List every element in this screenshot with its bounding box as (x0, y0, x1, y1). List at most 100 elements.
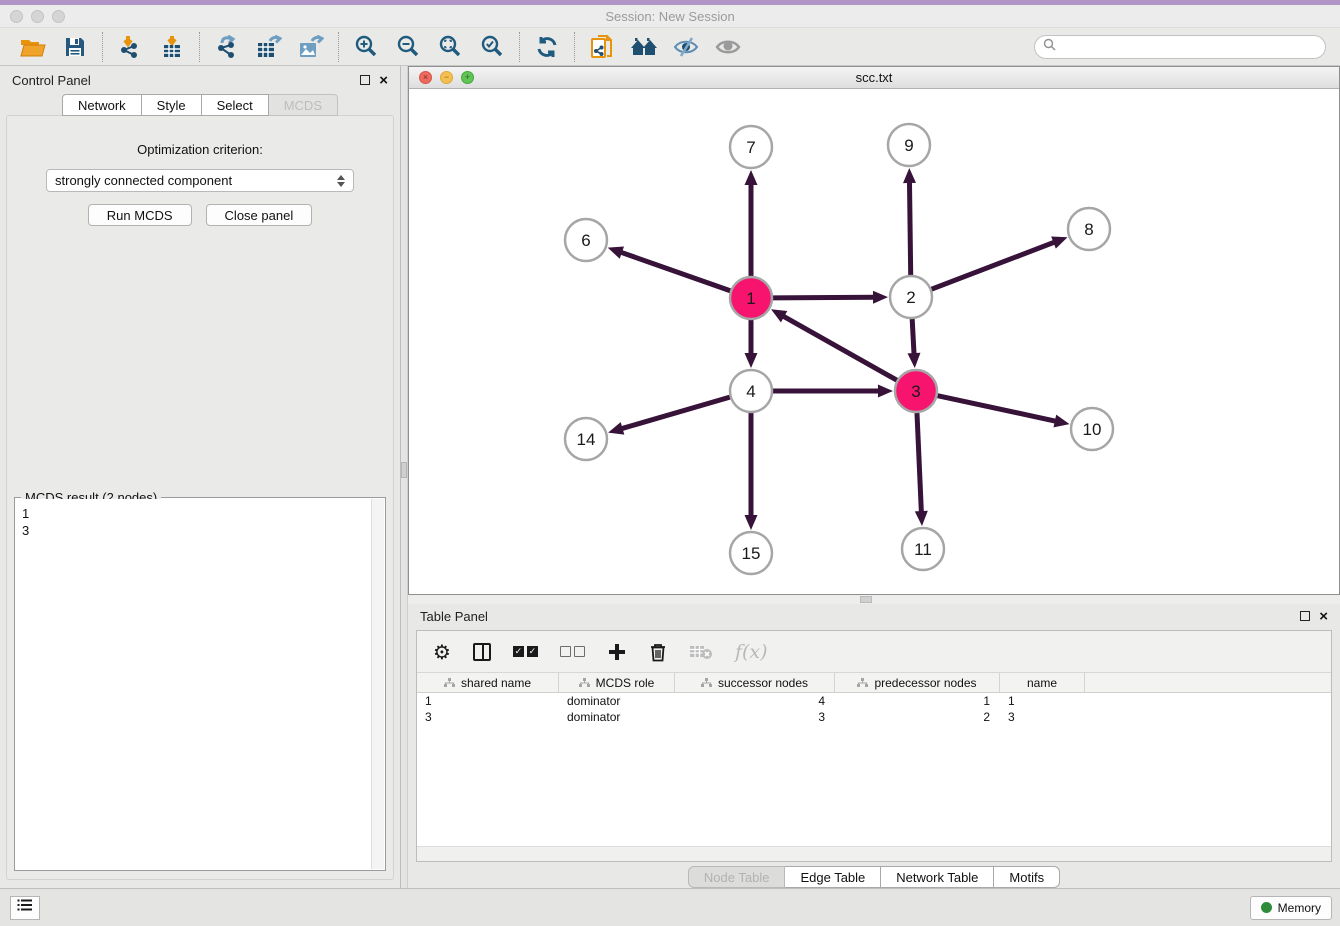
graph-node-label: 1 (746, 289, 755, 308)
refresh-button[interactable] (532, 32, 562, 62)
table-row[interactable]: 3dominator323 (417, 709, 1331, 725)
unselect-all-columns-icon[interactable] (560, 646, 585, 657)
task-history-button[interactable] (10, 896, 40, 920)
table-cell[interactable]: 1 (1000, 694, 1085, 708)
export-image-button[interactable] (296, 32, 326, 62)
hide-eye-icon[interactable] (671, 32, 701, 62)
graph-node-9[interactable]: 9 (888, 124, 930, 166)
graph-node-1[interactable]: 1 (730, 277, 772, 319)
run-mcds-button[interactable]: Run MCDS (88, 204, 192, 226)
table-cell[interactable]: 3 (675, 710, 835, 724)
result-scrollbar[interactable] (371, 499, 384, 869)
import-network-button[interactable] (115, 32, 145, 62)
table-cell[interactable]: 2 (835, 710, 1000, 724)
graph-edge-3-11[interactable] (917, 413, 921, 513)
table-bottom-scroll-strip[interactable] (417, 846, 1331, 861)
import-table-button[interactable] (157, 32, 187, 62)
network-canvas[interactable]: 7 9 6 8 1 2 4 3 14 10 15 11 (409, 89, 1339, 594)
graph-node-3[interactable]: 3 (895, 370, 937, 412)
show-eye-icon[interactable] (713, 32, 743, 62)
tab-edge-table[interactable]: Edge Table (785, 866, 881, 888)
zoom-out-button[interactable] (393, 32, 423, 62)
table-cell[interactable]: 4 (675, 694, 835, 708)
graph-node-6[interactable]: 6 (565, 219, 607, 261)
table-row[interactable]: 1dominator411 (417, 693, 1331, 709)
graph-node-8[interactable]: 8 (1068, 208, 1110, 250)
table-cell[interactable]: 3 (1000, 710, 1085, 724)
float-panel-icon[interactable] (360, 75, 370, 85)
graph-node-label: 14 (577, 430, 596, 449)
column-header-MCDS-role[interactable]: MCDS role (559, 673, 675, 692)
mcds-result-list[interactable]: 1 3 (16, 499, 371, 869)
export-table-button[interactable] (254, 32, 284, 62)
open-session-button[interactable] (18, 32, 48, 62)
close-panel-button[interactable]: Close panel (206, 204, 313, 226)
graph-edge-3-10[interactable] (938, 396, 1057, 422)
graph-edge-4-14[interactable] (621, 397, 730, 429)
table-cell[interactable]: dominator (559, 694, 675, 708)
graph-node-10[interactable]: 10 (1071, 408, 1113, 450)
graph-edge-arrowhead (1053, 415, 1069, 428)
graph-edge-1-2[interactable] (773, 297, 875, 298)
save-session-button[interactable] (60, 32, 90, 62)
table-settings-gear-icon[interactable]: ⚙ (433, 640, 451, 664)
zoom-selected-icon (480, 35, 504, 59)
search-field[interactable] (1034, 35, 1326, 59)
close-table-panel-icon[interactable]: × (1319, 609, 1328, 624)
tab-network[interactable]: Network (62, 94, 142, 116)
tab-mcds[interactable]: MCDS (269, 94, 338, 116)
divider-handle[interactable] (401, 462, 407, 478)
search-input[interactable] (1061, 40, 1317, 54)
tab-network-table[interactable]: Network Table (881, 866, 994, 888)
table-cell[interactable]: 1 (835, 694, 1000, 708)
graph-node-15[interactable]: 15 (730, 532, 772, 574)
close-panel-icon[interactable]: × (379, 73, 388, 88)
graph-edge-3-1[interactable] (782, 316, 896, 381)
tab-node-table[interactable]: Node Table (688, 866, 786, 888)
column-header-label: MCDS role (596, 676, 655, 690)
delete-column-trash-icon[interactable] (649, 642, 667, 662)
column-header-predecessor-nodes[interactable]: predecessor nodes (835, 673, 1000, 692)
panel-split-divider[interactable] (400, 66, 408, 888)
fit-content-button[interactable] (435, 32, 465, 62)
show-columns-icon[interactable] (473, 643, 491, 661)
home-networks-icon[interactable] (629, 32, 659, 62)
graph-node-2[interactable]: 2 (890, 276, 932, 318)
add-column-icon[interactable] (607, 642, 627, 662)
tab-style[interactable]: Style (142, 94, 202, 116)
fit-content-icon (438, 35, 462, 59)
delete-table-icon[interactable] (689, 643, 713, 661)
memory-button[interactable]: Memory (1250, 896, 1332, 920)
graph-edge-2-9[interactable] (909, 181, 910, 275)
optimization-dropdown[interactable]: strongly connected component (46, 169, 354, 192)
tab-motifs[interactable]: Motifs (994, 866, 1060, 888)
table-cell[interactable]: 3 (417, 710, 559, 724)
float-table-panel-icon[interactable] (1300, 611, 1310, 621)
refresh-icon (535, 35, 559, 59)
column-header-name[interactable]: name (1000, 673, 1085, 692)
export-network-button[interactable] (212, 32, 242, 62)
table-cell[interactable]: 1 (417, 694, 559, 708)
graph-edge-2-3[interactable] (912, 319, 914, 355)
zoom-selected-button[interactable] (477, 32, 507, 62)
graph-edge-2-8[interactable] (932, 242, 1056, 289)
graph-node-7[interactable]: 7 (730, 126, 772, 168)
horizontal-divider-handle[interactable] (860, 596, 872, 603)
clone-network-button[interactable] (587, 32, 617, 62)
table-panel-tabs: Node TableEdge TableNetwork TableMotifs (408, 866, 1340, 888)
function-builder-icon[interactable]: f(x) (735, 641, 768, 663)
horizontal-split-strip[interactable] (408, 595, 1340, 604)
zoom-in-button[interactable] (351, 32, 381, 62)
graph-node-11[interactable]: 11 (902, 528, 944, 570)
graph-node-14[interactable]: 14 (565, 418, 607, 460)
column-header-shared-name[interactable]: shared name (417, 673, 559, 692)
table-cell[interactable]: dominator (559, 710, 675, 724)
select-all-columns-icon[interactable]: ✓✓ (513, 646, 538, 657)
tab-select[interactable]: Select (202, 94, 269, 116)
column-header-successor-nodes[interactable]: successor nodes (675, 673, 835, 692)
graph-edge-1-6[interactable] (620, 252, 730, 291)
network-graph[interactable]: 7 9 6 8 1 2 4 3 14 10 15 11 (409, 89, 1339, 595)
graph-node-4[interactable]: 4 (730, 370, 772, 412)
search-icon (1043, 38, 1056, 56)
graph-edge-arrowhead (745, 353, 758, 368)
